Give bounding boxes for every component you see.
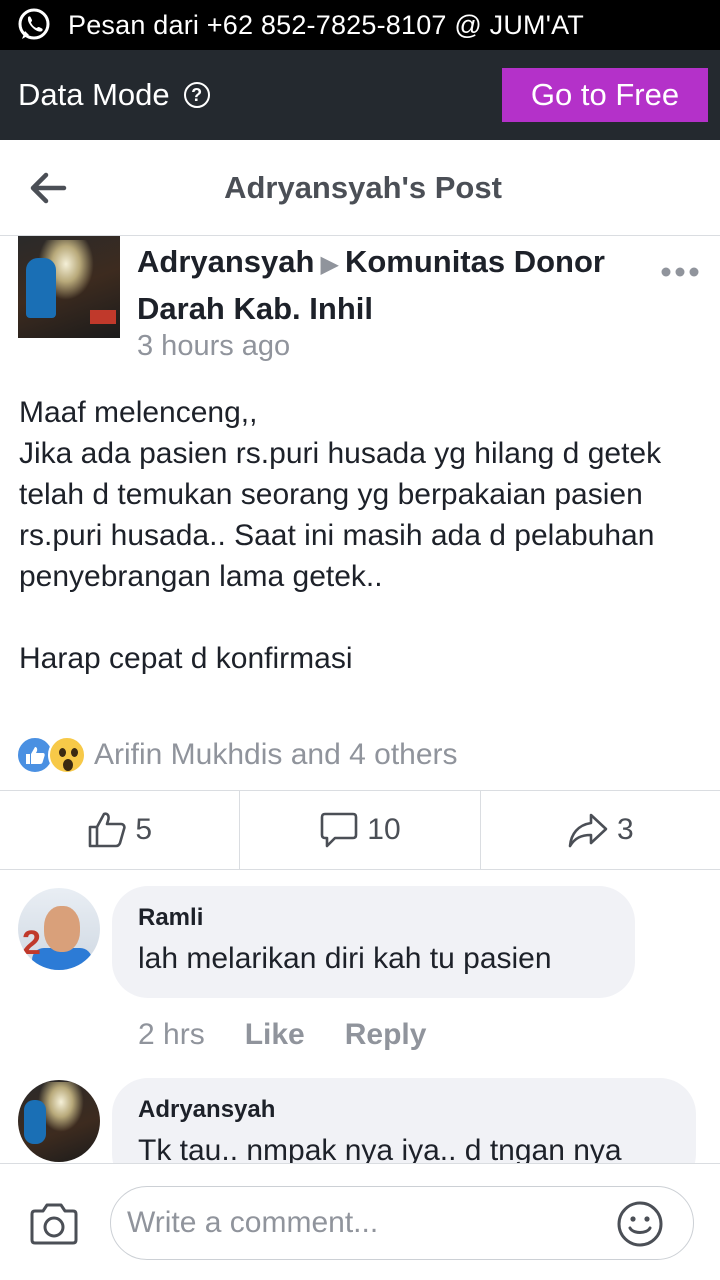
reaction-summary[interactable]: Arifin Mukhdis and 4 others <box>16 736 458 774</box>
post-action-bar: 5 10 3 <box>0 790 720 870</box>
commenter-avatar[interactable] <box>18 1080 100 1162</box>
share-button[interactable]: 3 <box>479 791 720 869</box>
commenter-avatar[interactable]: 2 <box>18 888 100 970</box>
comment-like-link[interactable]: Like <box>245 1018 305 1052</box>
comment-button[interactable]: 10 <box>239 791 479 869</box>
comment-input[interactable] <box>110 1186 694 1260</box>
notification-bar[interactable]: Pesan dari +62 852-7825-8107 @ JUM'AT <box>0 0 720 50</box>
back-arrow-icon[interactable] <box>28 170 68 206</box>
notification-text: Pesan dari +62 852-7825-8107 @ JUM'AT <box>68 9 584 40</box>
whatsapp-icon <box>18 8 50 40</box>
comment-bubble-icon <box>320 812 358 848</box>
data-mode-bar: Data Mode ? Go to Free <box>0 50 720 140</box>
comment-time: 2 hrs <box>138 1018 205 1051</box>
data-mode-label: Data Mode <box>18 77 170 112</box>
comment-composer <box>0 1163 720 1280</box>
thumbs-up-icon <box>89 812 126 848</box>
post-author-line: Adryansyah ▶ Komunitas Donor Darah Kab. In… <box>137 240 647 331</box>
share-arrow-icon <box>568 813 608 848</box>
comment-reply-link[interactable]: Reply <box>345 1018 427 1052</box>
post-author-block: Adryansyah ▶ Komunitas Donor Darah Kab. In… <box>0 236 720 376</box>
help-icon[interactable]: ? <box>183 82 210 108</box>
comment-bubble[interactable]: Ramli lah melarikan diri kah tu pasien <box>112 886 635 998</box>
go-to-free-button[interactable]: Go to Free <box>502 68 708 122</box>
like-button[interactable]: 5 <box>0 791 239 869</box>
author-name[interactable]: Adryansyah <box>137 244 314 279</box>
post-header: Adryansyah's Post <box>0 140 720 236</box>
comment-text: Tk tau.. nmpak nya iya.. d tngan nya <box>138 1134 622 1163</box>
comment-item: Adryansyah Tk tau.. nmpak nya iya.. d tn… <box>0 1078 720 1163</box>
post-timestamp[interactable]: 3 hours ago <box>137 330 290 363</box>
data-mode-indicator: Data Mode ? <box>18 77 210 113</box>
more-options-icon[interactable] <box>660 266 700 278</box>
emoji-smile-icon[interactable] <box>616 1200 664 1248</box>
commenter-name[interactable]: Ramli <box>138 904 609 932</box>
commenter-name[interactable]: Adryansyah <box>138 1096 670 1124</box>
page-title: Adryansyah's Post <box>224 169 502 205</box>
comment-bubble[interactable]: Adryansyah Tk tau.. nmpak nya iya.. d tn… <box>112 1078 696 1163</box>
comment-meta: 2 hrs Like Reply <box>138 1018 466 1052</box>
post-body: Maaf melenceng,, Jika ada pasien rs.puri… <box>19 396 662 675</box>
wow-reaction-icon <box>48 736 86 774</box>
comment-text: lah melarikan diri kah tu pasien <box>138 942 552 975</box>
like-count: 5 <box>135 813 152 846</box>
reaction-names: Arifin Mukhdis and 4 others <box>94 738 458 771</box>
arrow-right-icon: ▶ <box>320 251 339 278</box>
author-avatar[interactable] <box>18 236 120 338</box>
camera-icon[interactable] <box>28 1202 80 1246</box>
comment-count: 10 <box>367 813 401 846</box>
share-count: 3 <box>616 813 634 846</box>
